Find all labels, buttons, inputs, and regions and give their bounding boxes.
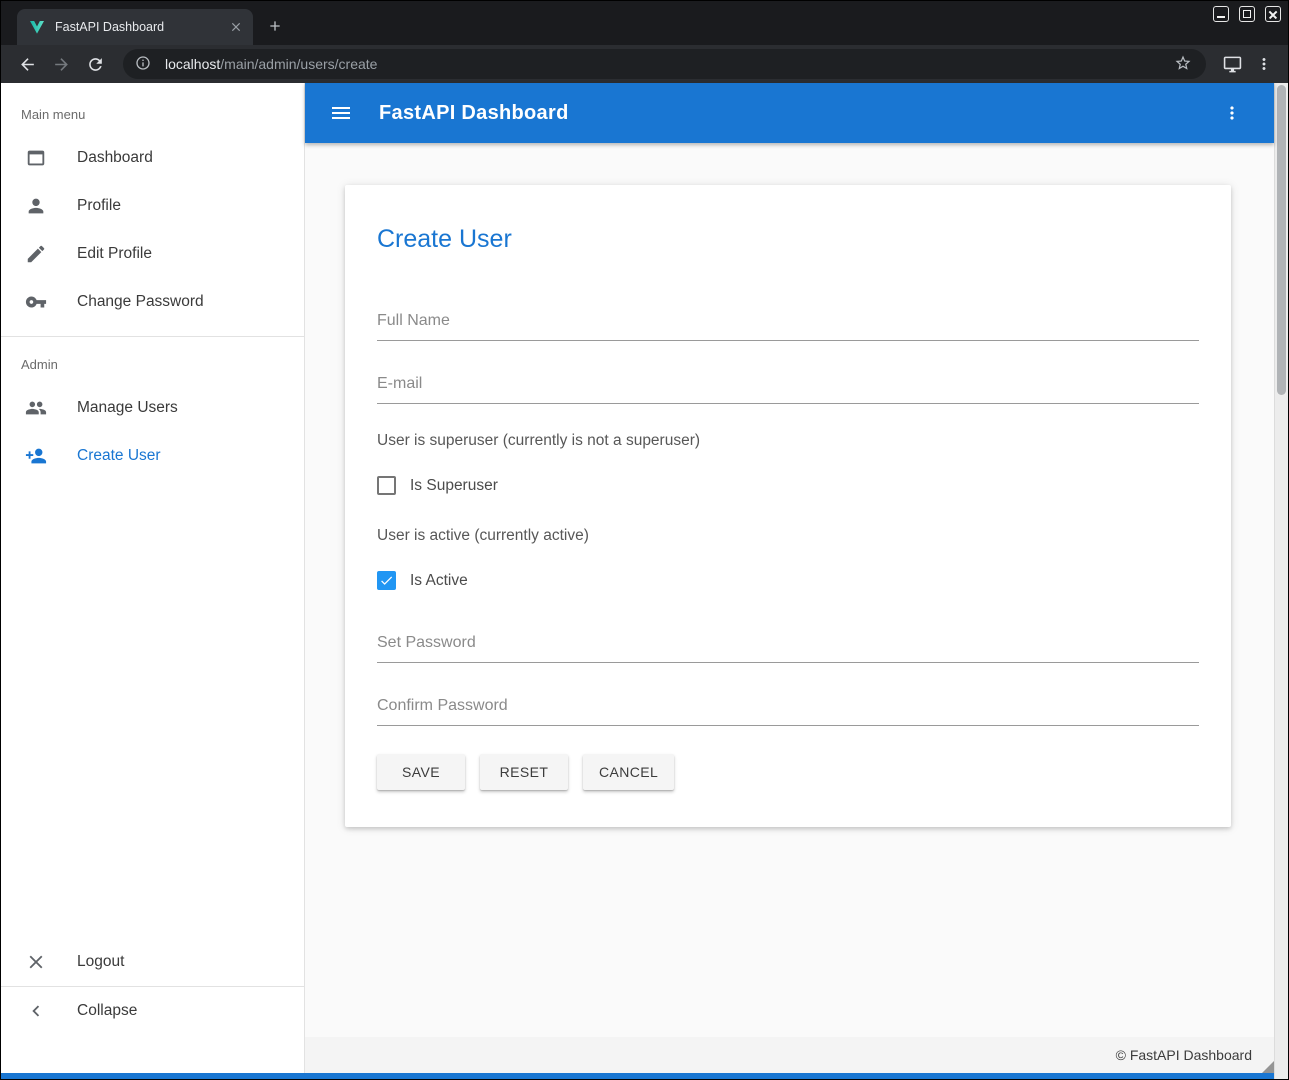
browser-toolbar: localhost/main/admin/users/create: [1, 45, 1288, 83]
app-bar: FastAPI Dashboard: [305, 83, 1274, 143]
reload-icon[interactable]: [83, 52, 107, 76]
checkbox-label: Is Superuser: [410, 477, 498, 495]
sidebar-item-profile[interactable]: Profile: [1, 182, 304, 230]
create-user-card: Create User User is superuser (currently…: [345, 185, 1231, 827]
url-path: /main/admin/users/create: [220, 56, 377, 72]
sidebar-item-label: Edit Profile: [77, 245, 152, 263]
browser-tab[interactable]: FastAPI Dashboard: [17, 9, 253, 45]
minimize-button[interactable]: [1213, 6, 1229, 22]
email-input[interactable]: [377, 371, 1199, 404]
person-add-icon: [25, 445, 47, 467]
sidebar-item-manage-users[interactable]: Manage Users: [1, 384, 304, 432]
full-name-input[interactable]: [377, 308, 1199, 341]
forward-icon[interactable]: [49, 52, 73, 76]
page-scrollbar[interactable]: [1274, 83, 1288, 1079]
hamburger-menu-icon[interactable]: [329, 101, 353, 125]
is-superuser-checkbox-row[interactable]: Is Superuser: [377, 476, 1199, 495]
confirm-password-input[interactable]: [377, 693, 1199, 726]
sidebar-item-dashboard[interactable]: Dashboard: [1, 134, 304, 182]
key-icon: [25, 291, 47, 313]
tab-title: FastAPI Dashboard: [55, 20, 227, 34]
is-active-checkbox-row[interactable]: Is Active: [377, 571, 1199, 590]
site-info-icon[interactable]: [135, 55, 153, 73]
full-name-field-wrap: [377, 308, 1199, 341]
scrollbar-thumb[interactable]: [1277, 85, 1286, 395]
url-host: localhost: [165, 56, 220, 72]
install-app-icon[interactable]: [1220, 52, 1244, 76]
save-button[interactable]: SAVE: [377, 754, 465, 790]
sidebar: Main menu Dashboard Profile Edit Profile: [1, 83, 305, 1073]
address-bar[interactable]: localhost/main/admin/users/create: [123, 49, 1206, 79]
sidebar-bottom: Logout Collapse: [1, 938, 304, 1035]
password-field-wrap: [377, 630, 1199, 663]
tab-close-icon[interactable]: [227, 18, 245, 36]
sidebar-item-label: Create User: [77, 447, 161, 465]
sidebar-item-create-user[interactable]: Create User: [1, 432, 304, 480]
confirm-password-field-wrap: [377, 693, 1199, 726]
resize-grip-icon[interactable]: [1262, 1061, 1274, 1073]
main-area: FastAPI Dashboard Create User User is su…: [305, 83, 1274, 1073]
copyright-text: © FastAPI Dashboard: [1116, 1047, 1252, 1063]
page-viewport: Main menu Dashboard Profile Edit Profile: [1, 83, 1288, 1079]
close-icon: [25, 951, 47, 973]
people-icon: [25, 397, 47, 419]
sidebar-item-label: Collapse: [77, 1002, 137, 1020]
page-footer: © FastAPI Dashboard: [305, 1037, 1274, 1073]
back-icon[interactable]: [15, 52, 39, 76]
person-icon: [25, 195, 47, 217]
close-window-button[interactable]: [1265, 6, 1281, 22]
content-area: Create User User is superuser (currently…: [305, 143, 1274, 1037]
sidebar-section-main-menu: Main menu: [1, 83, 304, 134]
sidebar-item-label: Dashboard: [77, 149, 153, 167]
sidebar-item-edit-profile[interactable]: Edit Profile: [1, 230, 304, 278]
browser-window: FastAPI Dashboard localhost/m: [0, 0, 1289, 1080]
cancel-button[interactable]: CANCEL: [583, 754, 674, 790]
sidebar-item-logout[interactable]: Logout: [1, 938, 304, 986]
bookmark-star-icon[interactable]: [1174, 54, 1194, 74]
sidebar-item-label: Manage Users: [77, 399, 178, 417]
sidebar-item-collapse[interactable]: Collapse: [1, 987, 304, 1035]
url-text[interactable]: localhost/main/admin/users/create: [165, 56, 1166, 72]
maximize-button[interactable]: [1239, 6, 1255, 22]
checkbox-unchecked-icon[interactable]: [377, 476, 396, 495]
reset-button[interactable]: RESET: [480, 754, 568, 790]
sidebar-item-change-password[interactable]: Change Password: [1, 278, 304, 326]
email-field-wrap: [377, 371, 1199, 404]
sidebar-section-admin: Admin: [1, 337, 304, 384]
sidebar-item-label: Profile: [77, 197, 121, 215]
checkbox-checked-icon[interactable]: [377, 571, 396, 590]
browser-menu-icon[interactable]: [1252, 52, 1276, 76]
bottom-accent-bar: [1, 1073, 1274, 1079]
superuser-hint: User is superuser (currently is not a su…: [377, 432, 1199, 450]
app-title: FastAPI Dashboard: [379, 102, 569, 125]
new-tab-button[interactable]: [263, 14, 287, 38]
dashboard-icon: [25, 147, 47, 169]
app-menu-dots-icon[interactable]: [1220, 101, 1244, 125]
sidebar-item-label: Logout: [77, 953, 124, 971]
vuetify-favicon-icon: [29, 19, 45, 35]
chevron-left-icon: [25, 1000, 47, 1022]
pencil-icon: [25, 243, 47, 265]
sidebar-item-label: Change Password: [77, 293, 204, 311]
window-controls: [1213, 6, 1281, 22]
browser-tabstrip: FastAPI Dashboard: [1, 1, 1288, 45]
page-title: Create User: [377, 223, 1199, 254]
set-password-input[interactable]: [377, 630, 1199, 663]
active-hint: User is active (currently active): [377, 527, 1199, 545]
form-buttons: SAVE RESET CANCEL: [377, 754, 1199, 790]
checkbox-label: Is Active: [410, 572, 468, 590]
